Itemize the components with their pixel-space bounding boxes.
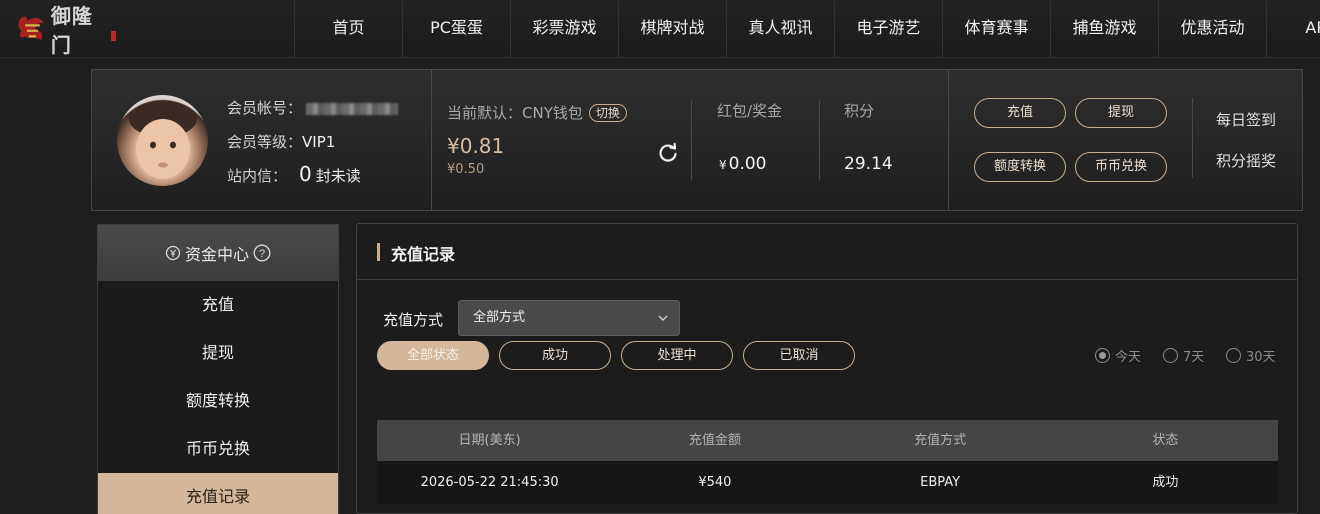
member-info-panel: 会员帐号： 会员等级：VIP1 站内信： 0 封未读 当前默认：CNY钱包 切换 ¥0… (91, 69, 1303, 211)
wallet-label: 当前默认：CNY钱包 (447, 104, 583, 122)
withdraw-button[interactable]: 提现 (1075, 98, 1167, 128)
nav-item-chess-cards[interactable]: 棋牌对战 (618, 0, 726, 58)
daily-checkin-link[interactable]: 每日签到 (1216, 109, 1276, 130)
sidebar-header: 资金中心 ? (98, 225, 338, 281)
bonus-value: ¥0.00 (719, 154, 767, 174)
sidebar-item-exchange[interactable]: 币币兑换 (98, 425, 338, 473)
inbox-suffix: 封未读 (315, 167, 361, 185)
refresh-icon[interactable] (657, 142, 679, 164)
sidebar-item-withdraw[interactable]: 提现 (98, 329, 338, 377)
nav-item-fishing[interactable]: 捕鱼游戏 (1050, 0, 1158, 58)
nav-item-app[interactable]: APP (1266, 0, 1320, 58)
chevron-down-icon (658, 315, 668, 321)
range-30days-radio[interactable]: 30天 (1226, 346, 1276, 365)
records-table: 日期(美东) 充值金额 充值方式 状态 2026-05-22 21:45:30 … (377, 420, 1278, 504)
level-label: 会员等级： (227, 133, 303, 151)
bonus-amount: 0.00 (728, 154, 767, 174)
cell-status: 成功 (1152, 475, 1179, 490)
points-label: 积分 (844, 102, 875, 120)
account-row: 会员帐号： (227, 97, 399, 118)
level-value: VIP1 (302, 133, 336, 151)
radio-dot-icon (1163, 348, 1178, 363)
baby-face-icon (129, 101, 197, 179)
points-lottery-link[interactable]: 积分摇奖 (1216, 150, 1276, 171)
exchange-button[interactable]: 币币兑换 (1075, 152, 1167, 182)
points-value: 29.14 (844, 154, 893, 174)
divider (431, 70, 432, 210)
range-today-label: 今天 (1115, 350, 1142, 365)
inbox-label: 站内信： (227, 167, 288, 185)
wallet-row: 当前默认：CNY钱包 切换 (447, 102, 627, 123)
range-7days-radio[interactable]: 7天 (1163, 346, 1204, 365)
wallet-balance-sub: ¥0.50 (447, 162, 485, 177)
title-accent-bar (377, 243, 380, 261)
panel-header: 充值记录 (357, 224, 1297, 280)
nav-item-slots[interactable]: 电子游艺 (834, 0, 942, 58)
brand-seal (110, 31, 116, 41)
column-status: 状态 (1152, 433, 1179, 448)
filter-processing[interactable]: 处理中 (621, 341, 733, 370)
dragon-logo-icon (18, 16, 44, 40)
sidebar-item-deposit-records[interactable]: 充值记录 (98, 473, 338, 514)
cell-amount: ¥540 (698, 475, 732, 490)
brand-logo[interactable]: 御隆门 (16, 4, 116, 57)
brand-name: 御隆门 (50, 4, 93, 57)
nav-item-lottery[interactable]: 彩票游戏 (510, 0, 618, 58)
column-amount: 充值金额 (688, 433, 741, 448)
range-today-radio[interactable]: 今天 (1095, 346, 1141, 365)
method-label: 充值方式 (383, 311, 444, 329)
filter-all-status[interactable]: 全部状态 (377, 341, 489, 370)
switch-wallet-button[interactable]: 切换 (588, 104, 627, 122)
transfer-button[interactable]: 额度转换 (974, 152, 1066, 182)
table-row[interactable]: 2026-05-22 21:45:30 ¥540 EBPAY 成功 (377, 461, 1278, 504)
cell-method: EBPAY (920, 475, 961, 490)
filter-cancelled[interactable]: 已取消 (743, 341, 855, 370)
svg-text:?: ? (259, 248, 265, 260)
cell-date: 2026-05-22 21:45:30 (420, 475, 559, 490)
divider (1192, 98, 1193, 178)
method-select[interactable]: 全部方式 (458, 300, 680, 336)
method-select-value: 全部方式 (473, 310, 526, 325)
deposit-button[interactable]: 充值 (974, 98, 1066, 128)
radio-dot-icon (1226, 348, 1241, 363)
coin-icon (165, 245, 181, 261)
range-30days-label: 30天 (1246, 350, 1276, 365)
table-header: 日期(美东) 充值金额 充值方式 状态 (377, 420, 1278, 461)
level-row: 会员等级：VIP1 (227, 131, 335, 152)
range-7days-label: 7天 (1183, 350, 1205, 365)
nav-item-live-casino[interactable]: 真人视讯 (726, 0, 834, 58)
page-title: 充值记录 (391, 245, 456, 264)
radio-dot-icon (1095, 348, 1110, 363)
bonus-currency: ¥ (719, 158, 727, 172)
nav-item-sports[interactable]: 体育赛事 (942, 0, 1050, 58)
divider (819, 100, 820, 180)
column-method: 充值方式 (914, 433, 967, 448)
help-icon[interactable]: ? (253, 244, 271, 262)
nav-item-promotions[interactable]: 优惠活动 (1158, 0, 1266, 58)
main-nav: 首页 PC蛋蛋 彩票游戏 棋牌对战 真人视讯 电子游艺 体育赛事 捕鱼游戏 优惠… (294, 0, 1320, 58)
wallet-balance: ¥0.81 (447, 134, 505, 158)
avatar[interactable] (117, 95, 208, 186)
sidebar-item-deposit[interactable]: 充值 (98, 281, 338, 329)
account-label: 会员帐号： (227, 99, 303, 117)
top-navbar: 御隆门 首页 PC蛋蛋 彩票游戏 棋牌对战 真人视讯 电子游艺 体育赛事 捕鱼游… (0, 0, 1320, 58)
nav-item-home[interactable]: 首页 (294, 0, 402, 58)
account-masked-value (306, 102, 399, 115)
divider (691, 100, 692, 180)
inbox-row[interactable]: 站内信： 0 封未读 (227, 162, 361, 186)
bonus-label: 红包/奖金 (717, 102, 783, 120)
column-date: 日期(美东) (458, 433, 521, 448)
filter-success[interactable]: 成功 (499, 341, 611, 370)
divider (948, 70, 949, 210)
funds-sidebar: 资金中心 ? 充值 提现 额度转换 币币兑换 充值记录 (97, 224, 339, 514)
inbox-count: 0 (299, 162, 312, 186)
sidebar-title: 资金中心 (184, 245, 249, 264)
deposit-records-panel: 充值记录 充值方式 全部方式 全部状态 成功 处理中 已取消 今天 7天 30天… (356, 223, 1298, 514)
sidebar-item-transfer[interactable]: 额度转换 (98, 377, 338, 425)
nav-item-pc-egg[interactable]: PC蛋蛋 (402, 0, 510, 58)
